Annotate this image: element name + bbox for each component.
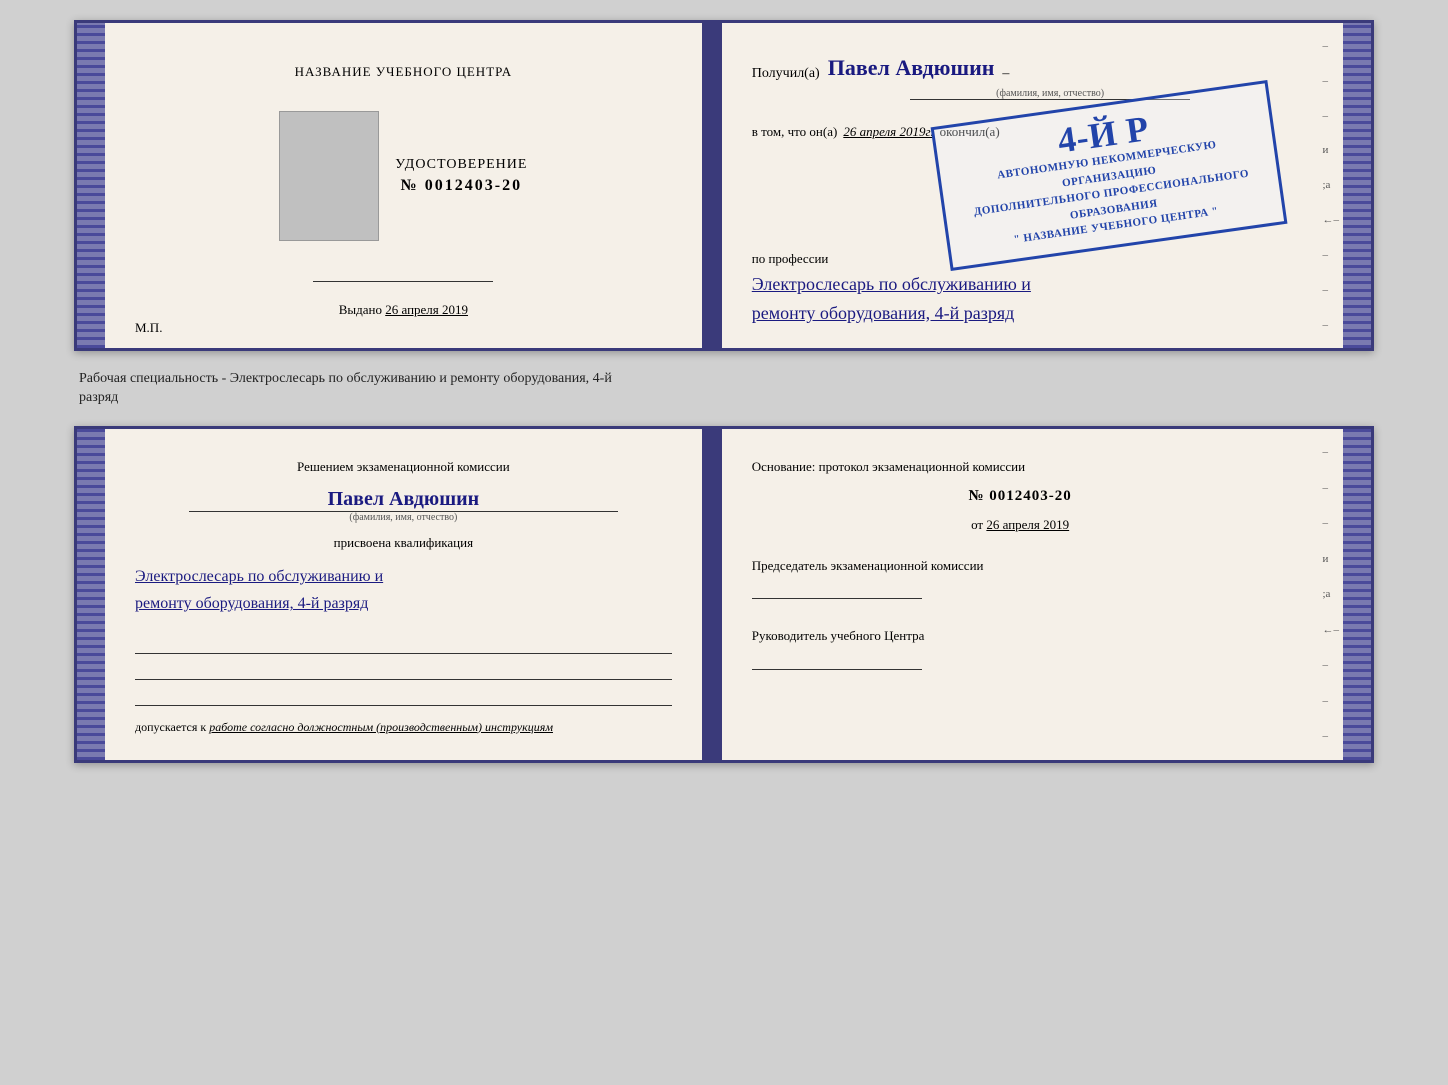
osnovanie-title: Основание: протокол экзаменационной коми… — [752, 457, 1289, 477]
dopuskaetsya-prefix: допускается к — [135, 720, 206, 734]
vydano-line: Выдано 26 апреля 2019 — [339, 302, 468, 318]
bottom-spine-right — [1343, 429, 1371, 760]
document-number-block: УДОСТОВЕРЕНИЕ № 0012403-20 — [395, 157, 527, 195]
predsedatel-sig-line — [752, 579, 922, 599]
qual-line2: ремонту оборудования, 4-й разряд — [135, 590, 672, 617]
qual-line1: Электрослесарь по обслуживанию и — [135, 563, 672, 590]
stamp-overlay: 4-й р АВТОНОМНУЮ НЕКОММЕРЧЕСКУЮ ОРГАНИЗА… — [930, 80, 1287, 270]
training-center-title: НАЗВАНИЕ УЧЕБНОГО ЦЕНТРА — [295, 63, 512, 81]
center-spine — [704, 23, 722, 348]
rukovoditel-block: Руководитель учебного Центра — [752, 627, 1289, 669]
top-document: НАЗВАНИЕ УЧЕБНОГО ЦЕНТРА УДОСТОВЕРЕНИЕ №… — [74, 20, 1374, 351]
mp-label: М.П. — [135, 320, 162, 336]
fio-subtext: (фамилия, имя, отчество) — [135, 512, 672, 523]
between-label: Рабочая специальность - Электрослесарь п… — [74, 369, 1374, 408]
udostoverenie-label: УДОСТОВЕРЕНИЕ — [395, 157, 527, 173]
ot-date: от 26 апреля 2019 — [752, 517, 1289, 533]
bottom-doc-left-panel: Решением экзаменационной комиссии Павел … — [105, 429, 704, 760]
bottom-spine-left — [77, 429, 105, 760]
bottom-center-spine — [704, 429, 722, 760]
poluchil-label: Получил(а) — [752, 64, 820, 84]
prisvoena-label: присвоена квалификация — [135, 535, 672, 551]
rukovoditel-label: Руководитель учебного Центра — [752, 627, 1289, 645]
spine-left-decoration — [77, 23, 105, 348]
predsedatel-label: Председатель экзаменационной комиссии — [752, 557, 1289, 575]
between-text-line1: Рабочая специальность - Электрослесарь п… — [79, 369, 1369, 389]
sig-line-1 — [135, 634, 672, 654]
profession-handwritten-2: ремонту оборудования, 4-й разряд — [752, 299, 1289, 328]
top-doc-left-panel: НАЗВАНИЕ УЧЕБНОГО ЦЕНТРА УДОСТОВЕРЕНИЕ №… — [105, 23, 704, 348]
predsedatel-block: Председатель экзаменационной комиссии — [752, 557, 1289, 599]
dopuskaetsya-block: допускается к работе согласно должностны… — [135, 718, 672, 736]
sig-line-3 — [135, 686, 672, 706]
profession-handwritten-1: Электрослесарь по обслуживанию и — [752, 270, 1289, 299]
right-spine-marks: – – – и ;а ←– – – – — [1319, 23, 1344, 348]
bottom-right-marks: – – – и ;а ←– – – – — [1319, 429, 1344, 760]
komissia-title: Решением экзаменационной комиссии — [135, 457, 672, 477]
dopuskaetsya-text: работе согласно должностным (производств… — [209, 720, 553, 734]
top-doc-right-panel: Получил(а) Павел Авдюшин – (фамилия, имя… — [722, 23, 1319, 348]
bottom-doc-right-panel: Основание: протокол экзаменационной коми… — [722, 429, 1319, 760]
issue-date: 26 апреля 2019г. — [843, 122, 933, 143]
signature-lines-block — [135, 634, 672, 706]
photo-placeholder — [279, 111, 379, 241]
fio-handwritten: Павел Авдюшин — [135, 488, 672, 511]
protocol-number: № 0012403-20 — [752, 488, 1289, 505]
signature-line-top — [313, 281, 493, 282]
qualification-block: Электрослесарь по обслуживанию и ремонту… — [135, 563, 672, 617]
poluchil-line: Получил(а) Павел Авдюшин – — [752, 53, 1289, 84]
rukovoditel-sig-line — [752, 650, 922, 670]
spine-right-decoration — [1343, 23, 1371, 348]
between-text-line2: разряд — [79, 388, 1369, 408]
doc-number: № 0012403-20 — [401, 177, 522, 194]
bottom-document: Решением экзаменационной комиссии Павел … — [74, 426, 1374, 763]
recipient-name: Павел Авдюшин — [828, 53, 995, 84]
sig-line-2 — [135, 660, 672, 680]
fio-block: Павел Авдюшин (фамилия, имя, отчество) — [135, 488, 672, 523]
